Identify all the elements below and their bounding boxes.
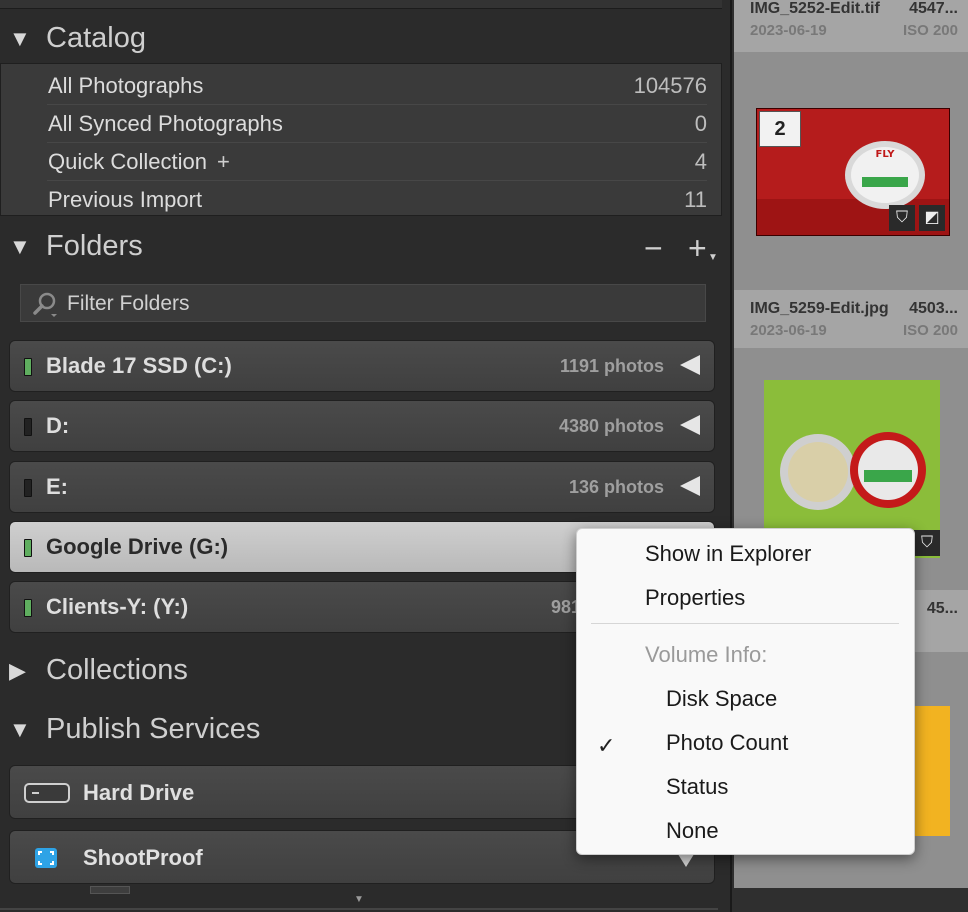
add-folder-button[interactable]: +: [688, 230, 707, 267]
volume-count: 136 photos: [568, 477, 664, 497]
expand-triangle-icon[interactable]: ▼: [9, 717, 31, 743]
volume-blade-17-ssd[interactable]: Blade 17 SSD (C:) 1191 photos: [9, 340, 715, 392]
filter-placeholder: Filter Folders: [67, 292, 190, 315]
catalog-item-all-photographs[interactable]: All Photographs 104576: [47, 67, 707, 105]
panel-bottom-bar: ▼: [0, 886, 730, 912]
svg-text:FLY: FLY: [876, 149, 896, 160]
service-name: Hard Drive: [83, 780, 195, 805]
volume-d[interactable]: D: 4380 photos: [9, 400, 715, 452]
collections-title: Collections: [46, 654, 188, 686]
publish-services-title: Publish Services: [46, 713, 261, 745]
volume-status-led: [24, 599, 32, 617]
volume-name: Google Drive (G:): [46, 534, 229, 559]
panel-top-strip: [0, 0, 722, 9]
hard-drive-icon: [24, 782, 70, 809]
folders-header[interactable]: ▼ Folders − + ▼: [0, 220, 726, 272]
menu-separator: [591, 623, 899, 624]
filmstrip-bottom: [732, 888, 968, 912]
catalog-item-count: 104576: [633, 73, 707, 98]
volume-name: Blade 17 SSD (C:): [46, 353, 232, 378]
chevron-down-icon[interactable]: ▼: [708, 252, 718, 263]
volume-status-led: [24, 358, 32, 376]
search-icon: [31, 290, 61, 323]
volume-status-led: [24, 418, 32, 436]
filmstrip-cell-info: IMG_5259-Edit.jpg 4503... 2023-06-19 ISO…: [734, 290, 968, 348]
filmstrip-cell[interactable]: FLY 2 ⛉ ◩: [734, 52, 968, 290]
menu-item-disk-space[interactable]: Disk Space: [666, 686, 777, 712]
menu-item-show-in-explorer[interactable]: Show in Explorer: [645, 541, 811, 567]
menu-item-none[interactable]: None: [666, 818, 719, 844]
volume-name: D:: [46, 413, 70, 438]
volume-e[interactable]: E: 136 photos: [9, 461, 715, 513]
panel-bottom-border: [0, 908, 718, 910]
disclosure-triangle-icon[interactable]: [680, 415, 700, 435]
expand-triangle-icon[interactable]: ▼: [9, 234, 31, 260]
volume-count: 1191 photos: [559, 356, 664, 376]
context-menu: Show in Explorer Properties Volume Info:…: [576, 528, 915, 855]
keyword-tag-icon: ⛉: [889, 205, 915, 231]
catalog-item-count: 4: [694, 149, 707, 174]
file-size: 45...: [926, 600, 958, 617]
catalog-item-label: Quick Collection: [48, 149, 207, 174]
capture-date: 2023-06-19: [750, 22, 827, 39]
disclosure-triangle-icon[interactable]: [680, 355, 700, 375]
catalog-title: Catalog: [46, 22, 146, 54]
iso-value: ISO 200: [902, 22, 958, 39]
volume-count: 4380 photos: [558, 416, 664, 436]
file-size: 4503...: [909, 300, 958, 317]
volume-status-led: [24, 479, 32, 497]
catalog-header[interactable]: ▼ Catalog: [0, 12, 726, 64]
catalog-item-label: Previous Import: [48, 187, 203, 212]
catalog-item-label: All Photographs: [48, 73, 204, 98]
scroll-tab[interactable]: [90, 886, 130, 894]
photo-thumbnail[interactable]: FLY 2 ⛉ ◩: [756, 108, 950, 236]
catalog-item-label: All Synced Photographs: [48, 111, 283, 136]
menu-item-status[interactable]: Status: [666, 774, 728, 800]
folders-title: Folders: [46, 230, 143, 262]
collapsed-triangle-icon[interactable]: ▶: [9, 658, 26, 684]
file-name: IMG_5252-Edit.tif: [750, 0, 880, 17]
capture-date: 2023-06-19: [750, 322, 827, 339]
volume-name: E:: [46, 474, 68, 499]
filter-folders-area: Filter Folders: [0, 274, 722, 332]
remove-folder-button[interactable]: −: [644, 230, 663, 267]
develop-settings-icon: ◩: [919, 205, 945, 231]
expand-triangle-icon[interactable]: ▼: [9, 26, 31, 52]
collapse-arrow-icon[interactable]: ▼: [354, 894, 364, 905]
catalog-item-previous-import[interactable]: Previous Import 11: [47, 181, 707, 218]
catalog-item-all-synced[interactable]: All Synced Photographs 0: [47, 105, 707, 143]
service-name: ShootProof: [83, 845, 203, 870]
shootproof-icon: [35, 848, 57, 873]
file-size: 4547...: [909, 0, 958, 17]
catalog-item-quick-collection[interactable]: Quick Collection + 4: [47, 143, 707, 181]
catalog-item-count: 11: [684, 187, 707, 212]
menu-item-volume-info: Volume Info:: [645, 642, 768, 667]
filmstrip-cell-info: IMG_5252-Edit.tif 4547... 2023-06-19 ISO…: [734, 0, 968, 52]
keyword-tag-icon: ⛉: [914, 530, 940, 556]
catalog-item-count: 0: [694, 111, 707, 136]
catalog-item-label-wrap: Quick Collection +: [48, 149, 230, 175]
volume-status-led: [24, 539, 32, 557]
filter-folders-input[interactable]: Filter Folders: [20, 284, 706, 322]
disclosure-triangle-icon[interactable]: [680, 476, 700, 496]
checkmark-icon: ✓: [597, 733, 616, 758]
iso-value: ISO 200: [902, 322, 958, 339]
volume-name: Clients-Y: (Y:): [46, 594, 189, 619]
file-name: IMG_5259-Edit.jpg: [750, 300, 889, 317]
quick-collection-plus: +: [216, 149, 230, 174]
stack-count-badge: 2: [759, 111, 801, 147]
menu-item-properties[interactable]: Properties: [645, 585, 745, 611]
catalog-list: All Photographs 104576 All Synced Photog…: [0, 63, 722, 216]
menu-item-photo-count[interactable]: Photo Count: [666, 730, 788, 756]
